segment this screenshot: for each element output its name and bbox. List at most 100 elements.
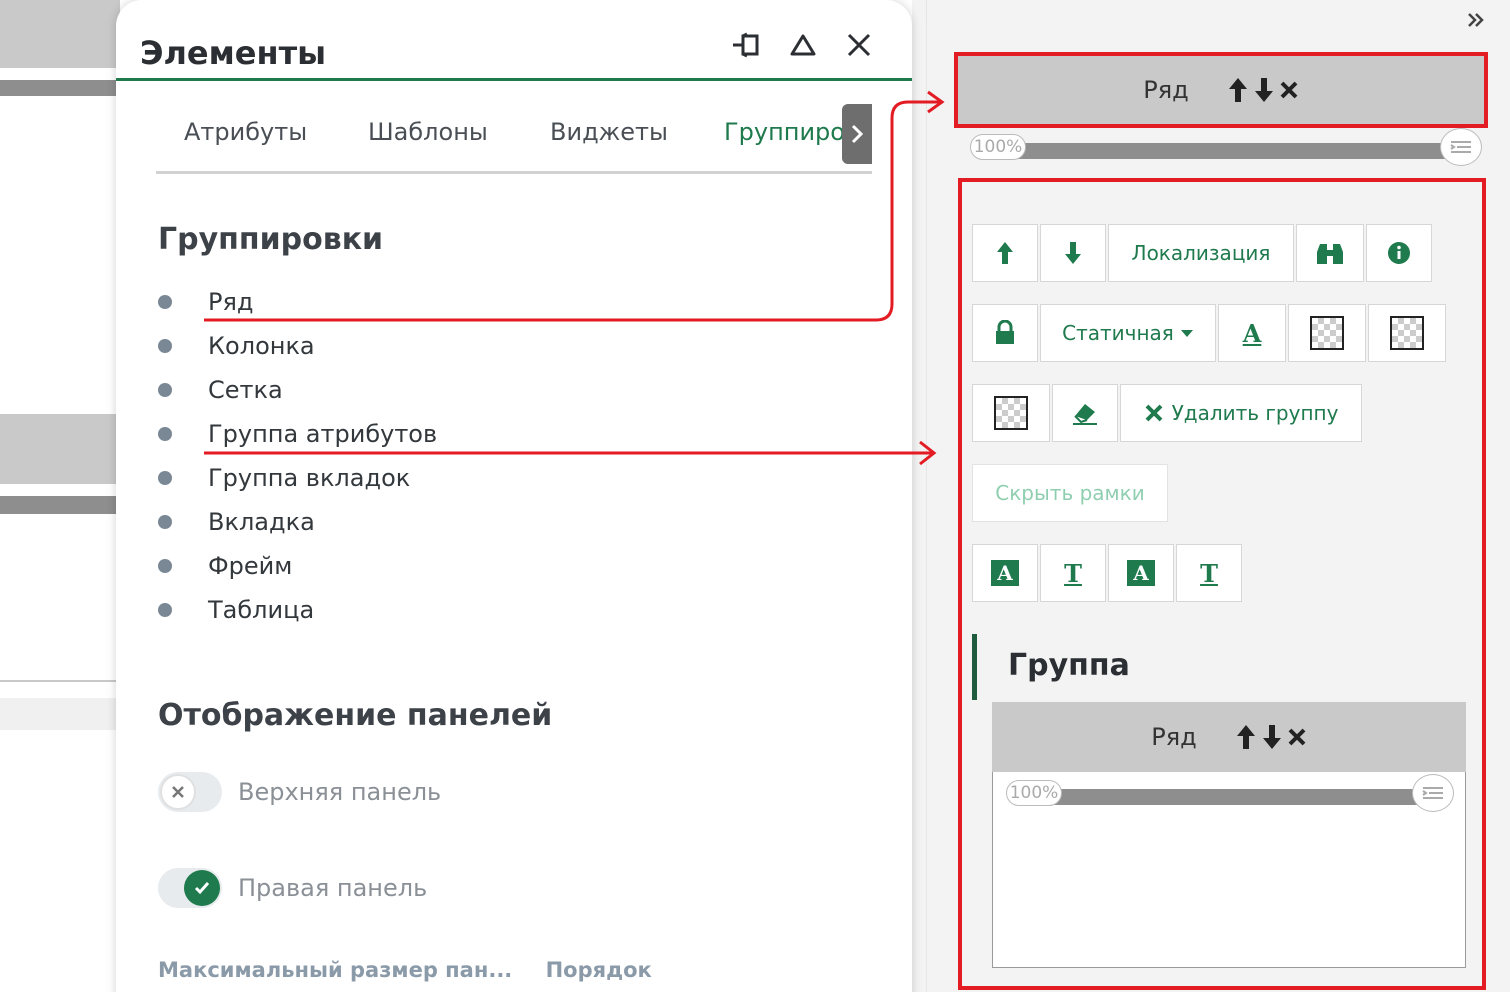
grouping-label: Группа атрибутов [208,420,438,448]
grouping-item-tab[interactable]: Вкладка [158,502,315,542]
localization-button[interactable]: Локализация [1108,224,1294,282]
dialog-header-divider [116,78,912,81]
transparent-swatch-icon [1310,316,1344,350]
grouping-label: Ряд [208,288,254,316]
grouping-item-grid[interactable]: Сетка [158,370,283,410]
tabs-scroll-right-button[interactable] [842,104,872,164]
grouping-label: Фрейм [208,552,293,580]
check-icon [184,870,220,906]
arrow-down-icon[interactable] [1253,76,1275,104]
text-color-icon: A [1242,318,1262,348]
border-color-button[interactable] [1368,304,1446,362]
bg-slider-strip [0,80,120,96]
tab-attributes[interactable]: Атрибуты [184,118,307,146]
bg-row-strip [0,414,120,484]
active-tab-underline [696,171,872,174]
fill-color-button[interactable] [972,384,1050,442]
bullet-icon [158,427,172,441]
collapse-icon[interactable] [786,28,820,62]
lock-button[interactable] [972,304,1038,362]
slider-track [990,143,1462,159]
bg-divider [0,698,120,730]
arrow-up-icon[interactable] [1227,76,1249,104]
max-size-label: Максимальный размер пан... [158,958,513,982]
order-label: Порядок [545,958,652,982]
grouping-item-column[interactable]: Колонка [158,326,315,366]
text-style-button-4[interactable]: T [1176,544,1242,602]
toolbar-row-3: Удалить группу [972,384,1364,442]
hide-frames-button[interactable]: Скрыть рамки [972,464,1168,522]
text-style-button-2[interactable]: T [1040,544,1106,602]
letter-t-icon: T [1200,558,1218,588]
group-title: Группа [1008,648,1130,683]
inner-row-label: Ряд [1151,723,1197,751]
grouping-label: Группа вкладок [208,464,411,492]
bottom-labels: Максимальный размер пан... Порядок [158,958,652,982]
toolbar-row-1: Локализация [972,224,1434,282]
row-width-slider[interactable]: 100% [970,128,1482,166]
arrow-down-icon [1065,242,1081,264]
tab-groupings[interactable]: Группиро [724,118,845,146]
row-label: Ряд [1143,76,1189,104]
tab-templates[interactable]: Шаблоны [368,118,488,146]
arrow-up-icon [997,242,1013,264]
slider-handle-icon[interactable] [1440,128,1482,166]
grouping-label: Таблица [208,596,315,624]
collapse-panel-button[interactable] [1466,10,1486,30]
text-style-button-1[interactable]: A [972,544,1038,602]
toolbar-row-5: A T A T [972,544,1244,602]
toolbar-row-4: Скрыть рамки [972,464,1170,522]
eraser-button[interactable] [1052,384,1118,442]
bullet-icon [158,339,172,353]
move-up-button[interactable] [972,224,1038,282]
top-panel-toggle[interactable] [158,772,222,812]
delete-group-button[interactable]: Удалить группу [1120,384,1362,442]
background-left-pane [0,0,120,992]
background-color-button[interactable] [1288,304,1366,362]
text-style-button-3[interactable]: A [1108,544,1174,602]
tab-widgets[interactable]: Виджеты [550,118,668,146]
dialog-title: Элементы [140,34,327,72]
text-color-button[interactable]: A [1218,304,1286,362]
grouping-item-tab-group[interactable]: Группа вкладок [158,458,410,498]
inner-row-width-slider[interactable]: 100% [1006,774,1454,812]
arrow-up-icon[interactable] [1235,723,1257,751]
position-dropdown[interactable]: Статичная [1040,304,1216,362]
top-panel-label: Верхняя панель [238,778,442,806]
right-panel-toggle[interactable] [158,868,222,908]
transparent-swatch-icon [994,396,1028,430]
group-accent-bar [972,634,977,700]
pin-icon[interactable] [730,28,764,62]
bullet-icon [158,295,172,309]
slider-value: 100% [970,134,1026,160]
info-icon [1388,242,1410,264]
info-button[interactable] [1366,224,1432,282]
panels-section-title: Отображение панелей [158,698,553,733]
letter-t-icon: T [1064,558,1082,588]
grouping-item-row[interactable]: Ряд [158,282,254,322]
eraser-icon [1073,404,1097,425]
bg-divider [0,680,120,682]
toolbar-row-2: Статичная A [972,304,1448,362]
bullet-icon [158,515,172,529]
close-icon[interactable] [842,28,876,62]
slider-handle-icon[interactable] [1412,774,1454,812]
grouping-item-attribute-group[interactable]: Группа атрибутов [158,414,437,454]
groupings-section-title: Группировки [158,222,384,257]
bullet-icon [158,471,172,485]
delete-icon[interactable] [1279,80,1299,100]
binoculars-button[interactable] [1296,224,1364,282]
arrow-down-icon[interactable] [1261,723,1283,751]
delete-icon[interactable] [1287,727,1307,747]
caret-down-icon [1180,330,1193,337]
grouping-item-frame[interactable]: Фрейм [158,546,292,586]
chevron-right-icon [851,124,864,144]
top-panel-toggle-row: Верхняя панель [158,772,441,812]
binoculars-icon [1317,244,1343,264]
inner-row-header-bar: Ряд [992,702,1466,772]
grouping-label: Колонка [208,332,315,360]
move-down-button[interactable] [1040,224,1106,282]
grouping-item-table[interactable]: Таблица [158,590,314,630]
grouping-label: Вкладка [208,508,315,536]
bullet-icon [158,559,172,573]
